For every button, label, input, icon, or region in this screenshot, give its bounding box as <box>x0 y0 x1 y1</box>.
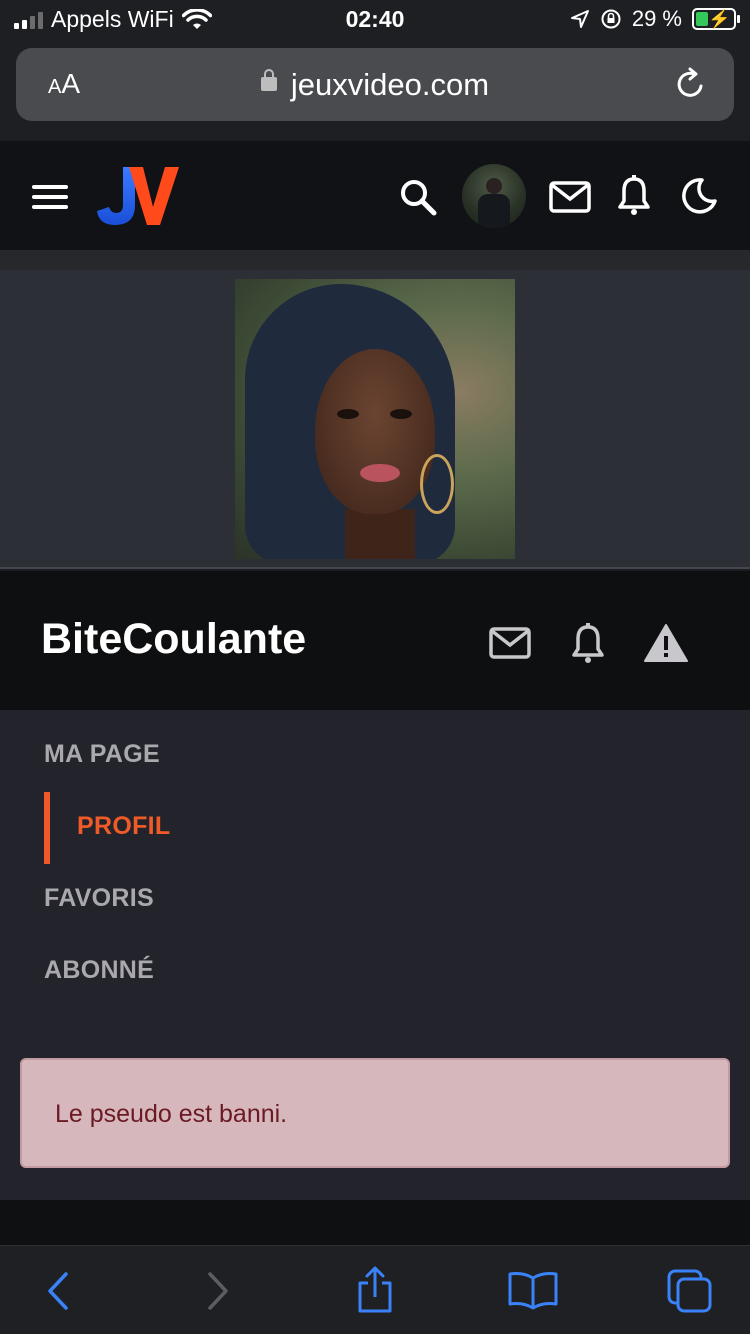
forward-icon[interactable] <box>204 1271 232 1311</box>
browser-toolbar <box>0 1245 750 1334</box>
avatar[interactable] <box>462 164 526 228</box>
nav-item-abonne[interactable]: ABONNÉ <box>44 956 154 985</box>
battery-icon: ⚡ <box>692 8 740 30</box>
menu-icon[interactable] <box>32 185 68 209</box>
profile-banner <box>0 270 750 569</box>
profile-nav: MA PAGE PROFIL FAVORIS ABONNÉ Le pseudo … <box>0 710 750 1200</box>
warning-icon[interactable] <box>643 623 689 663</box>
bookmarks-icon[interactable] <box>507 1270 559 1310</box>
profile-photo <box>235 279 515 559</box>
active-indicator <box>44 792 50 864</box>
url-text[interactable]: jeuxvideo.com <box>16 67 734 103</box>
status-bar: Appels WiFi 02:40 29 % ⚡ <box>0 0 750 40</box>
moon-icon[interactable] <box>680 177 718 215</box>
site-header <box>0 141 750 250</box>
tabs-icon[interactable] <box>666 1268 714 1314</box>
nav-item-favoris[interactable]: FAVORIS <box>44 884 154 913</box>
share-icon[interactable] <box>354 1265 396 1315</box>
nav-item-profil[interactable]: PROFIL <box>77 812 170 841</box>
bell-icon[interactable] <box>570 623 606 665</box>
rotation-lock-icon <box>601 9 621 29</box>
status-right: 29 % ⚡ <box>570 6 740 32</box>
browser-chrome: AA jeuxvideo.com <box>0 40 750 141</box>
page-footer <box>0 1200 750 1245</box>
ban-alert: Le pseudo est banni. <box>20 1058 730 1168</box>
header-separator <box>0 250 750 270</box>
address-bar[interactable]: AA jeuxvideo.com <box>16 48 734 121</box>
mail-icon[interactable] <box>489 627 531 659</box>
location-icon <box>570 10 589 28</box>
lock-icon <box>260 68 277 91</box>
profile-username: BiteCoulante <box>41 615 307 663</box>
bell-icon[interactable] <box>616 175 652 217</box>
battery-percent: 29 % <box>631 6 682 31</box>
mail-icon[interactable] <box>549 181 591 213</box>
nav-item-ma-page[interactable]: MA PAGE <box>44 740 160 769</box>
alert-message: Le pseudo est banni. <box>55 1100 288 1128</box>
back-icon[interactable] <box>44 1271 72 1311</box>
search-icon[interactable] <box>398 177 438 217</box>
reload-icon[interactable] <box>674 66 708 102</box>
jv-logo[interactable] <box>95 163 181 227</box>
profile-header: BiteCoulante <box>0 571 750 710</box>
